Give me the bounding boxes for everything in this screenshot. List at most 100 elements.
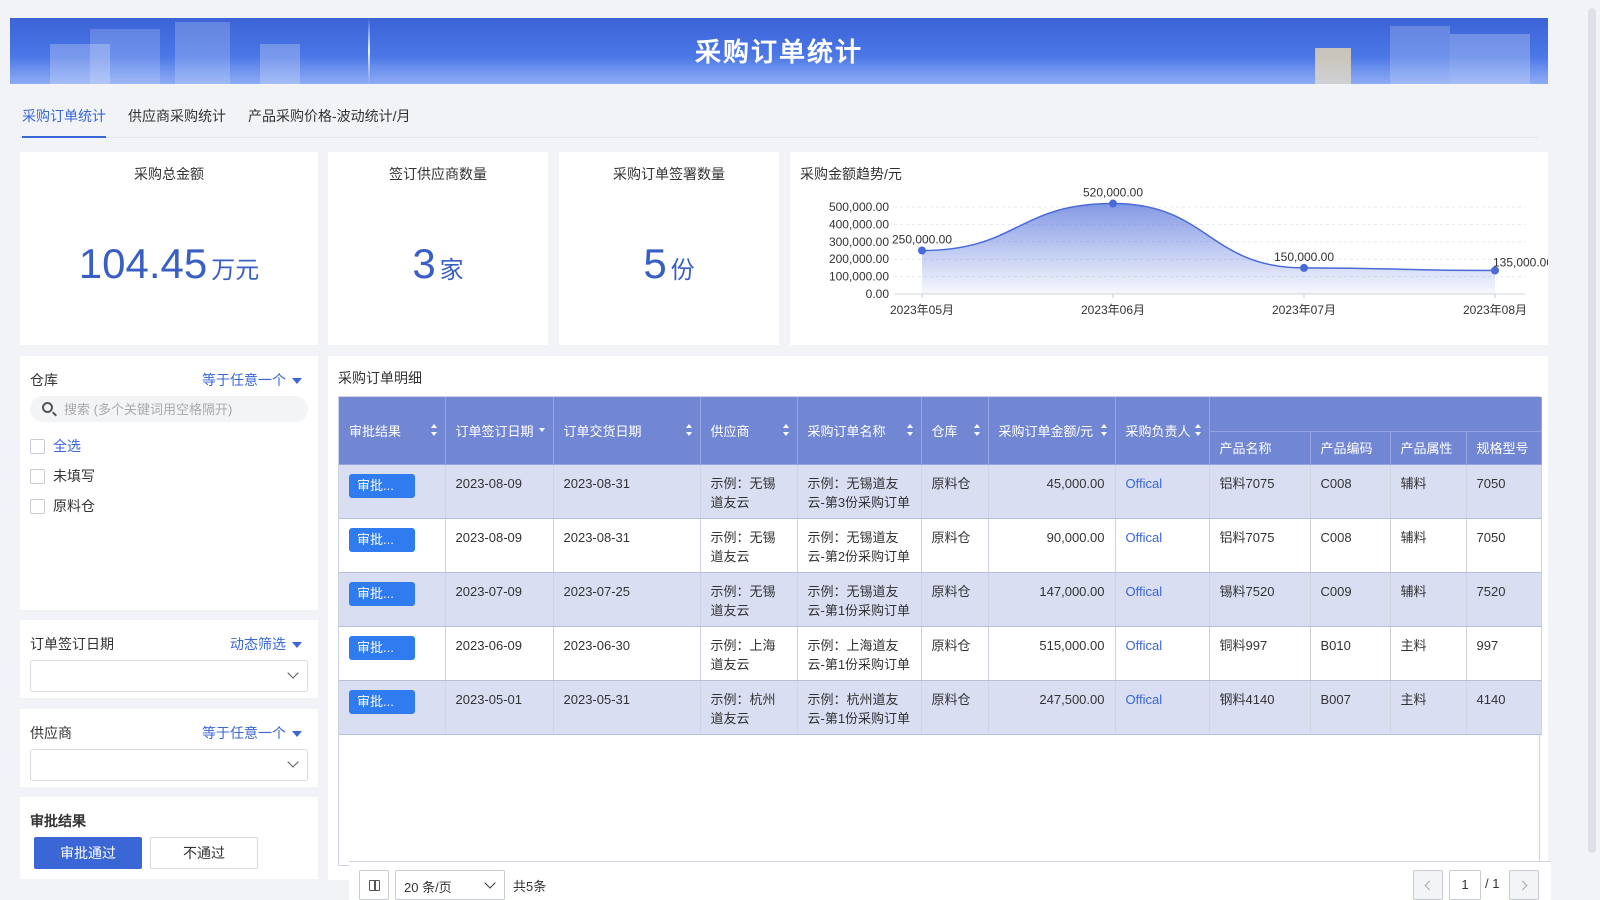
- next-page-button[interactable]: [1509, 870, 1539, 900]
- table-row[interactable]: 审批... 2023-05-01 2023-05-31 示例：杭州道友云 示例：杭州道友…: [339, 680, 1542, 735]
- kpi-number: 3: [412, 240, 436, 287]
- sort-icon[interactable]: [973, 424, 980, 437]
- tab-supplier-stats[interactable]: 供应商采购统计: [128, 106, 226, 136]
- sign-date-filter-header: 订单签订日期 动态筛选: [30, 634, 302, 654]
- cell-owner[interactable]: Offical: [1115, 518, 1210, 573]
- col-header-spec[interactable]: 规格型号: [1466, 431, 1542, 465]
- col-header-label: 采购订单名称: [807, 423, 886, 439]
- sort-icon[interactable]: [1100, 424, 1107, 437]
- col-header-approval[interactable]: 审批结果: [339, 397, 446, 465]
- cell-sign-date: 2023-06-09: [445, 626, 554, 681]
- cell-warehouse: 原料仓: [921, 680, 989, 735]
- page-title: 采购订单统计: [694, 37, 863, 67]
- warehouse-filter-mode[interactable]: 等于任意一个: [202, 370, 302, 390]
- columns-icon-divider: [374, 881, 376, 890]
- col-header-product-attr[interactable]: 产品属性: [1390, 431, 1467, 465]
- approval-status-tag[interactable]: 审批...: [349, 473, 415, 498]
- prev-page-button[interactable]: [1413, 870, 1443, 900]
- sign-date-filter-mode[interactable]: 动态筛选: [230, 634, 302, 654]
- option-label: 全选: [53, 438, 81, 454]
- warehouse-option-empty[interactable]: 未填写: [30, 466, 95, 486]
- supplier-select[interactable]: [30, 749, 308, 781]
- chart-point[interactable]: [1109, 199, 1117, 208]
- cell-product-attr: 辅料: [1390, 464, 1467, 519]
- page-scrollbar[interactable]: [1588, 8, 1596, 853]
- kpi-value: 3家: [328, 240, 548, 288]
- chart-data-label: 135,000.00: [1493, 256, 1548, 270]
- cell-approval: 审批...: [339, 572, 446, 627]
- cell-sign-date: 2023-08-09: [445, 464, 554, 519]
- cell-sign-date: 2023-08-09: [445, 518, 554, 573]
- cell-product-code: C008: [1310, 518, 1391, 573]
- chart-x-tick: 2023年08月: [1463, 303, 1527, 317]
- kpi-title: 签订供应商数量: [389, 166, 487, 182]
- col-header-product-name[interactable]: 产品名称: [1209, 431, 1311, 465]
- tab-order-stats[interactable]: 采购订单统计: [22, 106, 106, 138]
- cell-supplier: 示例：无锡道友云: [700, 572, 798, 627]
- col-header-order-name[interactable]: 采购订单名称: [797, 397, 922, 465]
- warehouse-search-input[interactable]: [64, 399, 294, 419]
- sort-desc-icon[interactable]: [538, 424, 545, 436]
- cell-product-code: B007: [1310, 680, 1391, 735]
- page-size-select[interactable]: 20 条/页: [395, 870, 505, 900]
- cell-owner[interactable]: Offical: [1115, 626, 1210, 681]
- approval-status-tag[interactable]: 审批...: [349, 689, 415, 714]
- cell-product-code: C009: [1310, 572, 1391, 627]
- approval-status-tag[interactable]: 审批...: [349, 635, 415, 660]
- warehouse-option-raw[interactable]: 原料仓: [30, 496, 95, 516]
- sort-icon[interactable]: [906, 424, 913, 437]
- cell-product-name: 铜料997: [1209, 626, 1311, 681]
- table-row[interactable]: 审批... 2023-07-09 2023-07-25 示例：无锡道友云 示例：无锡道友…: [339, 572, 1542, 627]
- sort-icon[interactable]: [430, 424, 437, 437]
- cell-owner[interactable]: Offical: [1115, 680, 1210, 735]
- table-title: 采购订单明细: [338, 370, 422, 386]
- cell-approval: 审批...: [339, 626, 446, 681]
- chart-data-label: 250,000.00: [892, 233, 952, 247]
- supplier-filter-mode-text: 等于任意一个: [202, 725, 286, 741]
- col-header-owner[interactable]: 采购负责人: [1115, 397, 1210, 465]
- chevron-down-icon: [484, 877, 496, 889]
- table-row[interactable]: 审批... 2023-06-09 2023-06-30 示例：上海道友云 示例：上海道友…: [339, 626, 1542, 681]
- warehouse-filter-label: 仓库: [30, 372, 58, 388]
- sort-icon[interactable]: [782, 424, 789, 437]
- table-row[interactable]: 审批... 2023-08-09 2023-08-31 示例：无锡道友云 示例：无锡道友…: [339, 464, 1542, 519]
- cell-product-name: 铝料7075: [1209, 464, 1311, 519]
- chart-point[interactable]: [918, 246, 926, 255]
- checkbox[interactable]: [30, 498, 45, 514]
- supplier-filter-card: 供应商 等于任意一个: [20, 709, 318, 787]
- col-header-product-code[interactable]: 产品编码: [1310, 431, 1391, 465]
- col-header-label: 采购负责人: [1125, 423, 1191, 439]
- sort-icon[interactable]: [685, 424, 692, 437]
- col-header-amount[interactable]: 采购订单金额/元: [988, 397, 1116, 465]
- approval-pass-button[interactable]: 审批通过: [34, 837, 142, 869]
- kpi-number: 5: [643, 240, 667, 287]
- warehouse-option-all[interactable]: 全选: [30, 436, 81, 456]
- kpi-card-total-amount: 采购总金额 104.45 万元: [20, 152, 318, 345]
- approval-status-tag[interactable]: 审批...: [349, 527, 415, 552]
- checkbox[interactable]: [30, 438, 45, 454]
- table-row[interactable]: 审批... 2023-08-09 2023-08-31 示例：无锡道友云 示例：无锡道友…: [339, 518, 1542, 573]
- checkbox[interactable]: [30, 468, 45, 484]
- column-toggle-button[interactable]: [359, 870, 389, 900]
- cell-owner[interactable]: Offical: [1115, 572, 1210, 627]
- col-header-label: 仓库: [931, 423, 958, 439]
- sign-date-select[interactable]: [30, 660, 308, 692]
- col-header-delivery-date[interactable]: 订单交货日期: [553, 397, 701, 465]
- cell-amount: 45,000.00: [988, 464, 1116, 519]
- approval-fail-button[interactable]: 不通过: [150, 837, 258, 869]
- col-header-sign-date[interactable]: 订单签订日期: [445, 397, 554, 465]
- page-number-input[interactable]: 1: [1449, 870, 1481, 900]
- pagination: 20 条/页 共5条 1 / 1: [349, 861, 1551, 900]
- approval-status-tag[interactable]: 审批...: [349, 581, 415, 606]
- sort-icon[interactable]: [1194, 424, 1201, 437]
- col-header-supplier[interactable]: 供应商: [700, 397, 798, 465]
- col-header-warehouse[interactable]: 仓库: [921, 397, 989, 465]
- chart-point[interactable]: [1300, 263, 1308, 272]
- cell-spec: 4140: [1466, 680, 1542, 735]
- cell-order-name: 示例：无锡道友云-第3份采购订单: [797, 464, 922, 519]
- cell-owner[interactable]: Offical: [1115, 464, 1210, 519]
- supplier-filter-label: 供应商: [30, 725, 72, 741]
- caret-down-icon: [292, 731, 302, 738]
- tab-price-fluctuation[interactable]: 产品采购价格-波动统计/月: [248, 106, 411, 136]
- supplier-filter-mode[interactable]: 等于任意一个: [202, 723, 302, 743]
